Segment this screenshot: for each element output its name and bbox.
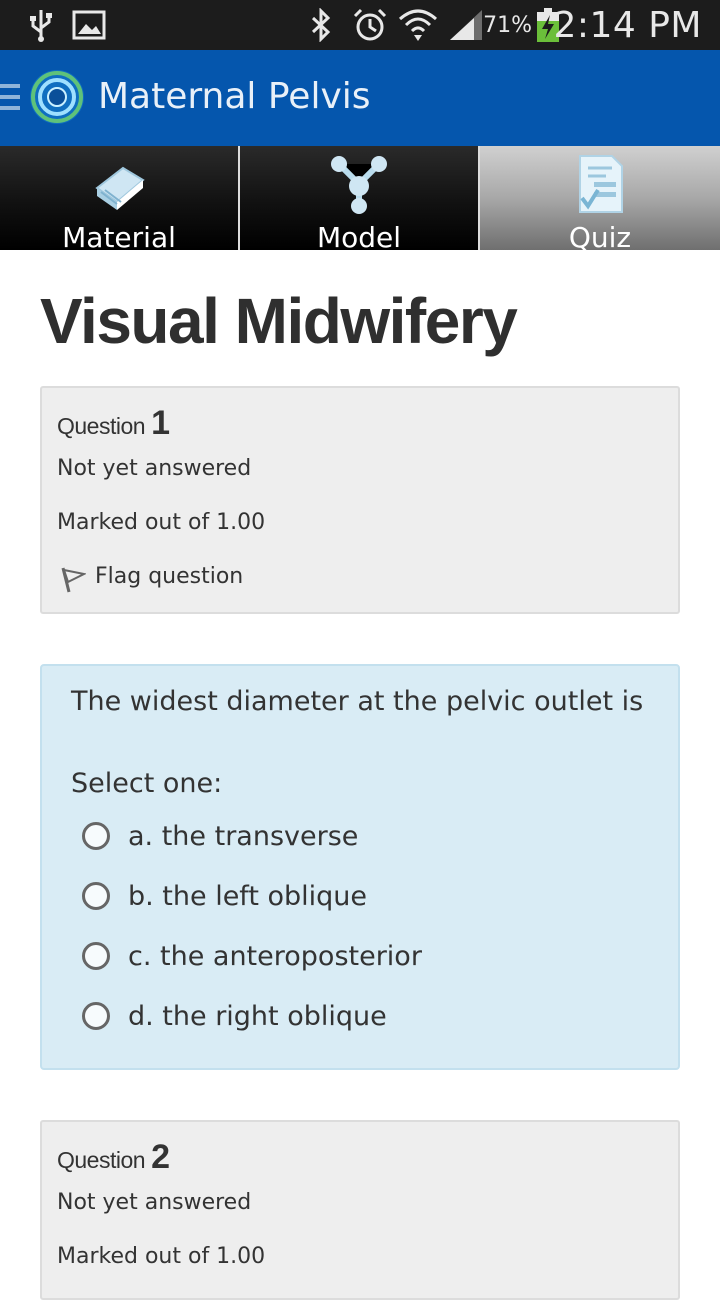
option-label[interactable]: a. the transverse xyxy=(128,821,358,852)
radio-button[interactable] xyxy=(82,1002,110,1030)
book-icon xyxy=(87,152,151,216)
question-label: Question xyxy=(57,413,146,439)
question-label: Question xyxy=(57,1147,146,1173)
radio-button[interactable] xyxy=(82,942,110,970)
signal-icon xyxy=(448,0,484,50)
bluetooth-icon xyxy=(308,0,334,50)
usb-icon xyxy=(28,0,54,50)
status-bar: 71% 2:14 PM xyxy=(0,0,720,50)
answer-option-d[interactable]: d. the right oblique xyxy=(82,996,387,1036)
question-number: Question 2 xyxy=(57,1138,170,1177)
radio-button[interactable] xyxy=(82,822,110,850)
question-content-1: The widest diameter at the pelvic outlet… xyxy=(40,664,680,1070)
select-one-label: Select one: xyxy=(71,768,223,799)
app-bar: Maternal Pelvis xyxy=(0,50,720,146)
battery-percentage: 71% xyxy=(483,12,532,38)
tab-material[interactable]: Material xyxy=(0,146,240,254)
alarm-icon xyxy=(352,0,388,50)
wifi-icon xyxy=(398,0,438,50)
question-status: Not yet answered xyxy=(57,456,252,481)
app-title: Maternal Pelvis xyxy=(98,76,371,117)
question-marks: Marked out of 1.00 xyxy=(57,510,266,535)
question-info-2: Question 2 Not yet answered Marked out of… xyxy=(40,1120,680,1300)
question-info-1: Question 1 Not yet answered Marked out of… xyxy=(40,386,680,614)
tab-label: Model xyxy=(316,221,402,254)
tab-bar: Material Model Quiz xyxy=(0,146,720,254)
flag-icon[interactable] xyxy=(60,566,86,594)
image-icon xyxy=(72,0,106,50)
flag-question-link[interactable]: Flag question xyxy=(95,564,243,589)
option-label[interactable]: d. the right oblique xyxy=(128,1001,387,1032)
tab-model[interactable]: Model xyxy=(240,146,480,254)
tab-label: Quiz xyxy=(568,221,632,254)
question-number: Question 1 xyxy=(57,404,170,443)
page-title: Visual Midwifery xyxy=(40,285,518,357)
tab-label: Material xyxy=(62,221,176,254)
answer-option-c[interactable]: c. the anteroposterior xyxy=(82,936,422,976)
tab-quiz[interactable]: Quiz xyxy=(480,146,720,254)
question-text: The widest diameter at the pelvic outlet… xyxy=(71,686,644,717)
app-logo[interactable] xyxy=(28,68,86,126)
menu-icon[interactable] xyxy=(0,84,20,114)
clock: 2:14 PM xyxy=(553,4,702,46)
quiz-checklist-icon xyxy=(568,152,632,216)
answer-option-a[interactable]: a. the transverse xyxy=(82,816,358,856)
question-number-value: 1 xyxy=(151,404,170,442)
answer-option-b[interactable]: b. the left oblique xyxy=(82,876,367,916)
question-number-value: 2 xyxy=(151,1138,170,1176)
option-label[interactable]: b. the left oblique xyxy=(128,881,367,912)
molecule-icon xyxy=(327,152,391,216)
option-label[interactable]: c. the anteroposterior xyxy=(128,941,422,972)
question-status: Not yet answered xyxy=(57,1190,252,1215)
radio-button[interactable] xyxy=(82,882,110,910)
question-marks: Marked out of 1.00 xyxy=(57,1244,266,1269)
